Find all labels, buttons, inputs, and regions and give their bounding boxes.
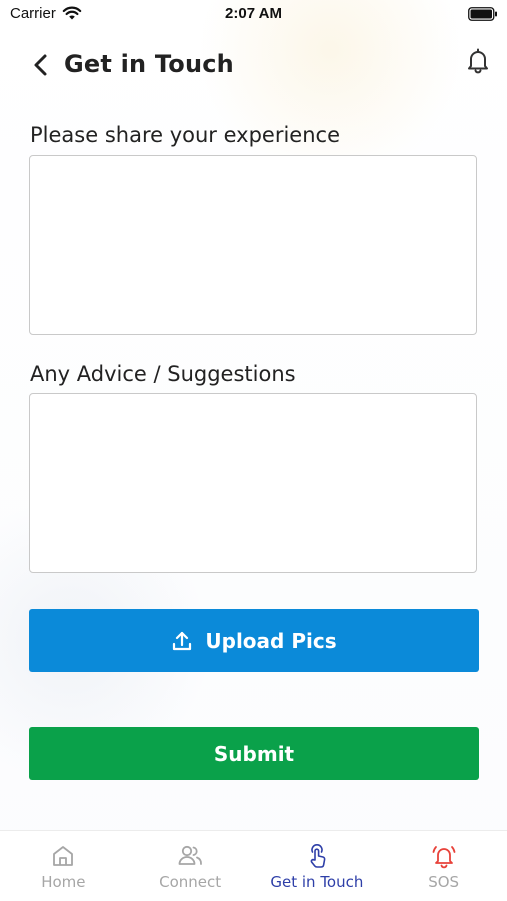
- app-header: Get in Touch: [0, 40, 507, 90]
- experience-textarea[interactable]: [29, 155, 477, 335]
- bottom-tab-bar: Home Connect Get in Touch SOS: [0, 830, 507, 901]
- chevron-left-icon[interactable]: [30, 53, 52, 77]
- advice-label: Any Advice / Suggestions: [30, 362, 296, 386]
- tab-connect[interactable]: Connect: [127, 831, 254, 901]
- users-icon: [178, 845, 203, 865]
- tab-sos-label: SOS: [428, 873, 460, 891]
- alarm-bell-icon: [432, 846, 456, 869]
- tab-get-in-touch-label: Get in Touch: [270, 873, 364, 891]
- status-bar: Carrier 2:07 AM: [0, 0, 507, 30]
- touch-hand-icon: [310, 844, 326, 868]
- upload-pics-button[interactable]: Upload Pics: [29, 609, 479, 672]
- tab-connect-label: Connect: [159, 873, 222, 891]
- experience-label: Please share your experience: [30, 123, 340, 147]
- tab-sos[interactable]: SOS: [380, 831, 507, 901]
- tab-home-label: Home: [41, 873, 86, 891]
- advice-textarea[interactable]: [29, 393, 477, 573]
- upload-pics-label: Upload Pics: [205, 628, 337, 653]
- bell-icon[interactable]: [466, 47, 490, 75]
- home-icon: [53, 846, 74, 866]
- battery-icon: [468, 7, 497, 21]
- submit-button[interactable]: Submit: [29, 727, 479, 780]
- tab-get-in-touch[interactable]: Get in Touch: [254, 831, 381, 901]
- status-time: 2:07 AM: [225, 5, 282, 22]
- upload-icon: [173, 631, 192, 650]
- tab-home[interactable]: Home: [0, 831, 127, 901]
- page-title: Get in Touch: [64, 50, 234, 78]
